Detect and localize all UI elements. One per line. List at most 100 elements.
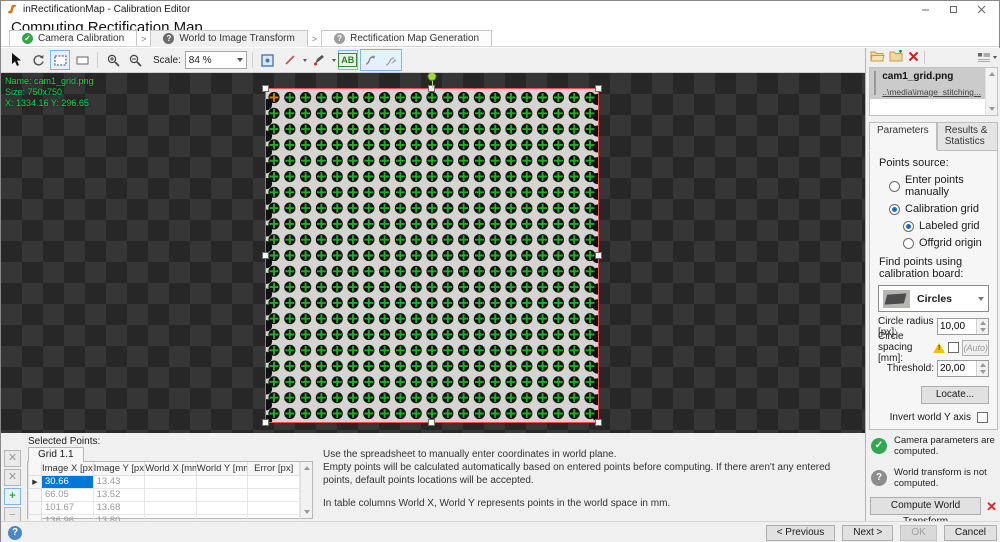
fit-view-tool[interactable] xyxy=(258,50,278,70)
column-header[interactable]: World Y [mm] xyxy=(196,462,248,475)
table-cell[interactable]: 13.43 xyxy=(93,475,145,488)
file-list-scrollbar[interactable] xyxy=(985,68,997,115)
spline-tool[interactable] xyxy=(361,50,381,70)
window-title: inRectificationMap - Calibration Editor xyxy=(23,4,190,15)
zoom-in-tool[interactable] xyxy=(103,50,123,70)
row-marker xyxy=(29,488,42,501)
table-cell[interactable] xyxy=(196,475,248,488)
wizard-tab-world-to-image-transform[interactable]: ?World to Image Transform xyxy=(150,30,307,46)
labels-toggle[interactable]: AB xyxy=(338,50,358,70)
resize-handle-se[interactable] xyxy=(595,419,602,426)
spinner-buttons[interactable] xyxy=(976,319,988,334)
column-header[interactable]: Image X [px] xyxy=(42,462,94,475)
add-point-button[interactable]: + xyxy=(4,488,21,505)
file-path-link[interactable]: ..\media\image_stitching... xyxy=(882,87,981,97)
file-list-item[interactable]: cam1_grid.png ..\media\image_stitching..… xyxy=(870,68,985,99)
table-cell[interactable] xyxy=(248,475,300,488)
wizard-tab-rectification-map-generation[interactable]: ?Rectification Map Generation xyxy=(321,30,492,46)
resize-handle-nw[interactable] xyxy=(262,85,269,92)
wizard-tab-camera-calibration[interactable]: ✓Camera Calibration xyxy=(9,30,137,46)
points-table[interactable]: Image X [px]Image Y [px]World X [mm]Worl… xyxy=(28,462,300,528)
table-cell[interactable] xyxy=(248,501,300,514)
table-cell[interactable] xyxy=(145,475,197,488)
table-row[interactable]: 66.0513.52 xyxy=(29,488,300,501)
spinner-buttons[interactable] xyxy=(976,361,988,376)
resize-handle-sw[interactable] xyxy=(262,419,269,426)
help-icon[interactable]: ? xyxy=(8,526,22,540)
remove-file-button[interactable] xyxy=(908,51,919,65)
add-file-button[interactable] xyxy=(889,50,904,65)
table-cell[interactable]: 30.66 xyxy=(42,475,94,488)
circle-spacing-checkbox[interactable] xyxy=(948,342,959,353)
scale-combobox[interactable]: 84 % xyxy=(185,51,247,69)
resize-handle-s[interactable] xyxy=(428,419,435,426)
resize-handle-w[interactable] xyxy=(262,252,269,259)
delete-all-points-button[interactable]: ✕ xyxy=(4,469,21,486)
invert-world-y-checkbox[interactable] xyxy=(977,412,988,423)
rectangle-tool[interactable] xyxy=(72,50,92,70)
resize-handle-ne[interactable] xyxy=(595,85,602,92)
table-cell[interactable]: 13.68 xyxy=(93,501,145,514)
radio-calibration-grid[interactable]: Calibration grid xyxy=(889,203,994,215)
scroll-down-icon[interactable] xyxy=(986,103,998,115)
view-options-button[interactable] xyxy=(978,53,997,62)
tab-results-statistics[interactable]: Results & Statistics xyxy=(937,122,998,150)
table-cell[interactable] xyxy=(145,501,197,514)
threshold-input[interactable] xyxy=(938,361,976,376)
column-header[interactable]: Error [px] xyxy=(248,462,300,475)
table-row[interactable]: 101.6713.68 xyxy=(29,501,300,514)
radio-offgrid-origin[interactable]: Offgrid origin xyxy=(903,237,994,249)
radio-labeled-grid[interactable]: Labeled grid xyxy=(903,220,994,232)
previous-button[interactable]: < Previous xyxy=(766,525,836,541)
table-scrollbar[interactable] xyxy=(300,462,312,518)
table-cell[interactable]: 13.52 xyxy=(93,488,145,501)
grid-tab[interactable]: Grid 1.1 xyxy=(28,447,84,462)
scroll-up-icon[interactable] xyxy=(301,462,313,474)
delete-point-button[interactable]: ✕ xyxy=(4,450,21,467)
radio-button-icon[interactable] xyxy=(903,221,914,232)
table-row[interactable]: ▶30.6613.43 xyxy=(29,475,300,488)
rotation-handle[interactable] xyxy=(428,73,437,81)
resize-handle-e[interactable] xyxy=(595,252,602,259)
select-cursor-tool[interactable] xyxy=(6,50,26,70)
scroll-down-icon[interactable] xyxy=(301,506,313,518)
calibration-image[interactable] xyxy=(266,89,598,422)
table-cell[interactable] xyxy=(196,488,248,501)
radio-button-icon[interactable] xyxy=(889,204,900,215)
curve-edit-tool[interactable] xyxy=(381,50,401,70)
chevron-down-icon[interactable] xyxy=(303,59,307,62)
column-header[interactable]: Image Y [px] xyxy=(93,462,145,475)
circle-radius-input[interactable] xyxy=(938,319,976,334)
scroll-up-icon[interactable] xyxy=(986,68,998,80)
zoom-out-tool[interactable] xyxy=(125,50,145,70)
chevron-down-icon[interactable] xyxy=(332,59,336,62)
compute-world-transform-button[interactable]: Compute World Transform xyxy=(870,497,981,515)
wizard-tab-label: Camera Calibration xyxy=(38,33,124,44)
table-cell[interactable]: 101.67 xyxy=(42,501,94,514)
radio-button-icon[interactable] xyxy=(903,238,914,249)
close-button[interactable] xyxy=(967,2,995,18)
cancel-button[interactable]: Cancel xyxy=(944,525,997,541)
rect-select-tool[interactable] xyxy=(50,50,70,70)
next-button[interactable]: Next > xyxy=(842,525,893,541)
pan-tool[interactable] xyxy=(28,50,48,70)
image-canvas[interactable]: Name: cam1_grid.png Size: 750x750 X: 133… xyxy=(1,73,865,433)
radio-button-icon[interactable] xyxy=(889,181,900,192)
column-header[interactable]: World X [mm] xyxy=(145,462,197,475)
tab-parameters[interactable]: Parameters xyxy=(869,122,937,150)
radio-enter-points-manually[interactable]: Enter points manually xyxy=(889,174,994,198)
locate-button[interactable]: Locate... xyxy=(921,386,989,404)
ok-button[interactable]: OK xyxy=(900,525,936,541)
cursor-coords-text: X: 1334.16 Y: 296.65 xyxy=(5,98,94,109)
maximize-button[interactable] xyxy=(939,2,967,18)
table-cell[interactable] xyxy=(145,488,197,501)
ab-label: AB xyxy=(338,53,357,67)
annotate-pen-tool[interactable] xyxy=(309,50,329,70)
table-cell[interactable]: 66.05 xyxy=(42,488,94,501)
table-cell[interactable] xyxy=(196,501,248,514)
open-file-button[interactable] xyxy=(870,50,885,65)
measure-tool[interactable] xyxy=(280,50,300,70)
board-type-combobox[interactable]: Circles xyxy=(878,285,989,312)
minimize-button[interactable] xyxy=(911,2,939,18)
table-cell[interactable] xyxy=(248,488,300,501)
